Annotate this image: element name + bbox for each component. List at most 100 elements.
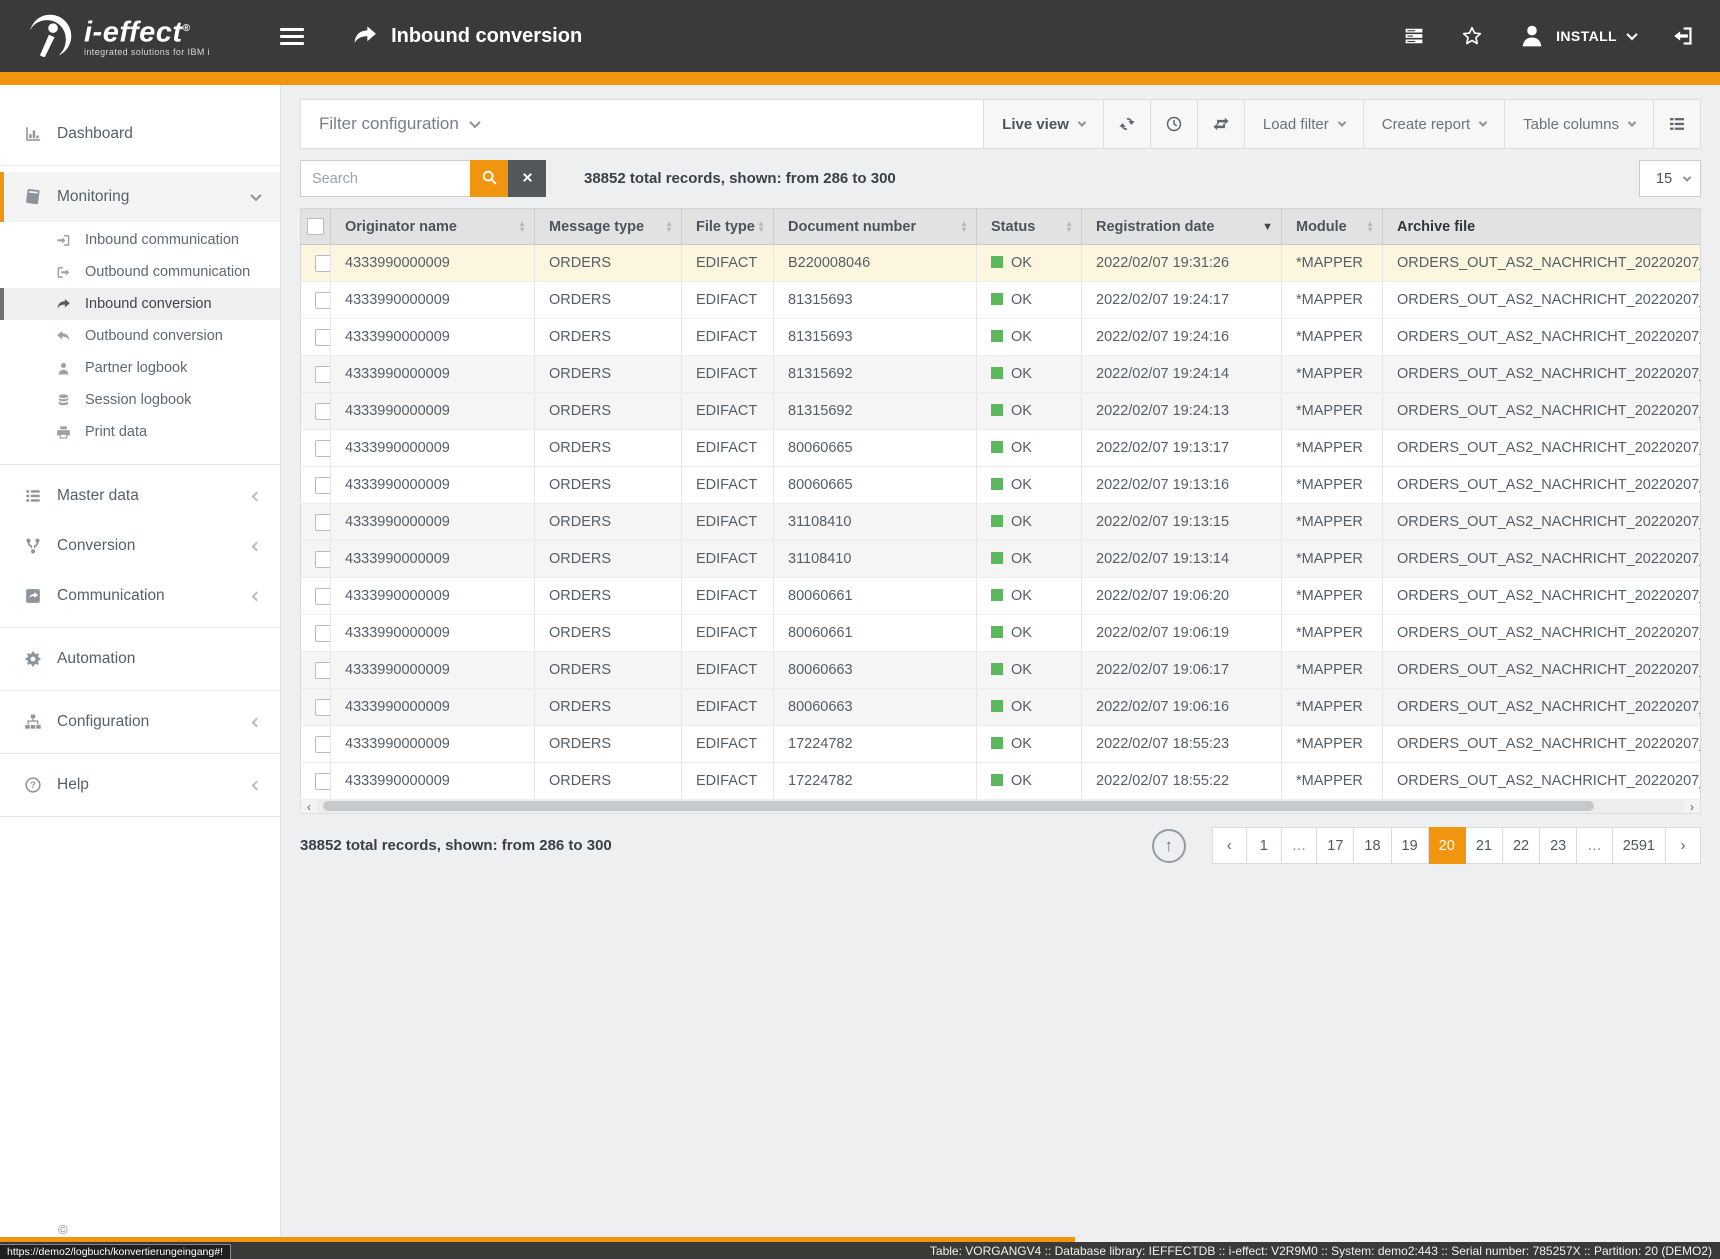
scroll-right-arrow-icon[interactable]: › (1684, 801, 1700, 813)
row-checkbox[interactable] (315, 551, 331, 568)
previous-page-button[interactable]: ‹ (1212, 827, 1247, 864)
scroll-to-top-button[interactable]: ↑ (1152, 829, 1186, 863)
row-checkbox[interactable] (315, 329, 331, 346)
cell-row-checkbox[interactable] (301, 578, 331, 615)
table-row[interactable]: 4333990000009ORDERSEDIFACTB220008046OK20… (301, 245, 1701, 282)
sidebar-item-session-logbook[interactable]: Session logbook (0, 384, 280, 416)
page-button-20[interactable]: 20 (1429, 827, 1466, 864)
cell-row-checkbox[interactable] (301, 652, 331, 689)
table-row[interactable]: 4333990000009ORDERSEDIFACT81315693OK2022… (301, 282, 1701, 319)
row-checkbox[interactable] (315, 773, 331, 790)
live-view-dropdown[interactable]: Live view (983, 100, 1103, 148)
scroll-left-arrow-icon[interactable]: ‹ (301, 801, 317, 813)
row-checkbox[interactable] (315, 625, 331, 642)
search-button[interactable] (470, 160, 508, 197)
cell-row-checkbox[interactable] (301, 689, 331, 726)
cell-row-checkbox[interactable] (301, 282, 331, 319)
auto-refresh-button[interactable] (1197, 100, 1244, 148)
table-row[interactable]: 4333990000009ORDERSEDIFACT80060665OK2022… (301, 467, 1701, 504)
table-row[interactable]: 4333990000009ORDERSEDIFACT81315692OK2022… (301, 393, 1701, 430)
cell-row-checkbox[interactable] (301, 726, 331, 763)
table-columns-dropdown[interactable]: Table columns (1504, 100, 1653, 148)
sidebar-item-inbound-conversion[interactable]: Inbound conversion (0, 288, 280, 320)
column-header-originator-name[interactable]: Originator name▲▼ (331, 209, 535, 245)
cell-row-checkbox[interactable] (301, 541, 331, 578)
search-input[interactable] (300, 160, 470, 197)
sidebar-item-outbound-conversion[interactable]: Outbound conversion (0, 320, 280, 352)
scrollbar-track[interactable] (317, 800, 1684, 813)
table-row[interactable]: 4333990000009ORDERSEDIFACT80060661OK2022… (301, 578, 1701, 615)
cell-row-checkbox[interactable] (301, 393, 331, 430)
load-filter-dropdown[interactable]: Load filter (1244, 100, 1363, 148)
row-checkbox[interactable] (315, 440, 331, 457)
table-row[interactable]: 4333990000009ORDERSEDIFACT81315692OK2022… (301, 356, 1701, 393)
sidebar-item-conversion[interactable]: Conversion (0, 521, 280, 571)
column-header-file-type[interactable]: File type▲▼ (682, 209, 774, 245)
cell-row-checkbox[interactable] (301, 356, 331, 393)
sidebar-item-automation[interactable]: Automation (0, 634, 280, 684)
table-row[interactable]: 4333990000009ORDERSEDIFACT80060661OK2022… (301, 615, 1701, 652)
page-size-select[interactable]: 15 (1639, 160, 1701, 197)
create-report-dropdown[interactable]: Create report (1363, 100, 1504, 148)
select-all-checkbox[interactable] (307, 218, 324, 235)
page-button-19[interactable]: 19 (1392, 827, 1429, 864)
sidebar-item-monitoring[interactable]: Monitoring (0, 172, 280, 222)
row-checkbox[interactable] (315, 514, 331, 531)
page-button-21[interactable]: 21 (1466, 827, 1503, 864)
cell-row-checkbox[interactable] (301, 430, 331, 467)
select-all-checkbox-cell[interactable] (301, 209, 331, 245)
table-row[interactable]: 4333990000009ORDERSEDIFACT17224782OK2022… (301, 726, 1701, 763)
refresh-button[interactable] (1103, 100, 1150, 148)
sidebar-item-inbound-communication[interactable]: Inbound communication (0, 224, 280, 256)
sidebar-item-dashboard[interactable]: Dashboard (0, 109, 280, 159)
sidebar-item-partner-logbook[interactable]: Partner logbook (0, 352, 280, 384)
cell-row-checkbox[interactable] (301, 245, 331, 282)
sidebar-item-configuration[interactable]: Configuration (0, 697, 280, 747)
cell-row-checkbox[interactable] (301, 467, 331, 504)
row-checkbox[interactable] (315, 699, 331, 716)
table-row[interactable]: 4333990000009ORDERSEDIFACT80060663OK2022… (301, 652, 1701, 689)
table-row[interactable]: 4333990000009ORDERSEDIFACT17224782OK2022… (301, 763, 1701, 800)
favorites-star-icon[interactable] (1461, 25, 1483, 47)
cell-row-checkbox[interactable] (301, 763, 331, 800)
column-header-message-type[interactable]: Message type▲▼ (535, 209, 682, 245)
cell-row-checkbox[interactable] (301, 615, 331, 652)
page-button-2591[interactable]: 2591 (1613, 827, 1666, 864)
scrollbar-thumb[interactable] (323, 801, 1594, 811)
cell-row-checkbox[interactable] (301, 319, 331, 356)
sidebar-item-master-data[interactable]: Master data (0, 471, 280, 521)
sidebar-item-help[interactable]: ?Help (0, 760, 280, 810)
table-row[interactable]: 4333990000009ORDERSEDIFACT80060663OK2022… (301, 689, 1701, 726)
page-button-17[interactable]: 17 (1317, 827, 1354, 864)
row-checkbox[interactable] (315, 292, 331, 309)
clear-search-button[interactable] (508, 160, 546, 197)
row-checkbox[interactable] (315, 403, 331, 420)
column-header-registration-date[interactable]: Registration date▼ (1082, 209, 1282, 245)
user-menu[interactable]: INSTALL (1519, 23, 1636, 49)
sidebar-item-communication[interactable]: Communication (0, 571, 280, 621)
page-button-22[interactable]: 22 (1503, 827, 1540, 864)
sidebar-item-print-data[interactable]: Print data (0, 416, 280, 448)
sidebar-item-outbound-communication[interactable]: Outbound communication (0, 256, 280, 288)
page-button-1[interactable]: 1 (1247, 827, 1282, 864)
column-header-status[interactable]: Status▲▼ (977, 209, 1082, 245)
column-header-document-number[interactable]: Document number▲▼ (774, 209, 977, 245)
list-view-button[interactable] (1653, 100, 1700, 148)
table-row[interactable]: 4333990000009ORDERSEDIFACT80060665OK2022… (301, 430, 1701, 467)
row-checkbox[interactable] (315, 477, 331, 494)
cell-row-checkbox[interactable] (301, 504, 331, 541)
next-page-button[interactable]: › (1666, 827, 1701, 864)
column-header-module[interactable]: Module▲▼ (1282, 209, 1383, 245)
row-checkbox[interactable] (315, 662, 331, 679)
filter-configuration-dropdown[interactable]: Filter configuration (301, 100, 479, 148)
row-checkbox[interactable] (315, 255, 331, 272)
history-button[interactable] (1150, 100, 1197, 148)
row-checkbox[interactable] (315, 588, 331, 605)
server-log-icon[interactable] (1403, 25, 1425, 47)
table-row[interactable]: 4333990000009ORDERSEDIFACT31108410OK2022… (301, 541, 1701, 578)
row-checkbox[interactable] (315, 366, 331, 383)
brand-logo[interactable]: i-effect® integrated solutions for IBM i (26, 12, 210, 60)
page-button-23[interactable]: 23 (1540, 827, 1577, 864)
page-button-18[interactable]: 18 (1354, 827, 1391, 864)
row-checkbox[interactable] (315, 736, 331, 753)
